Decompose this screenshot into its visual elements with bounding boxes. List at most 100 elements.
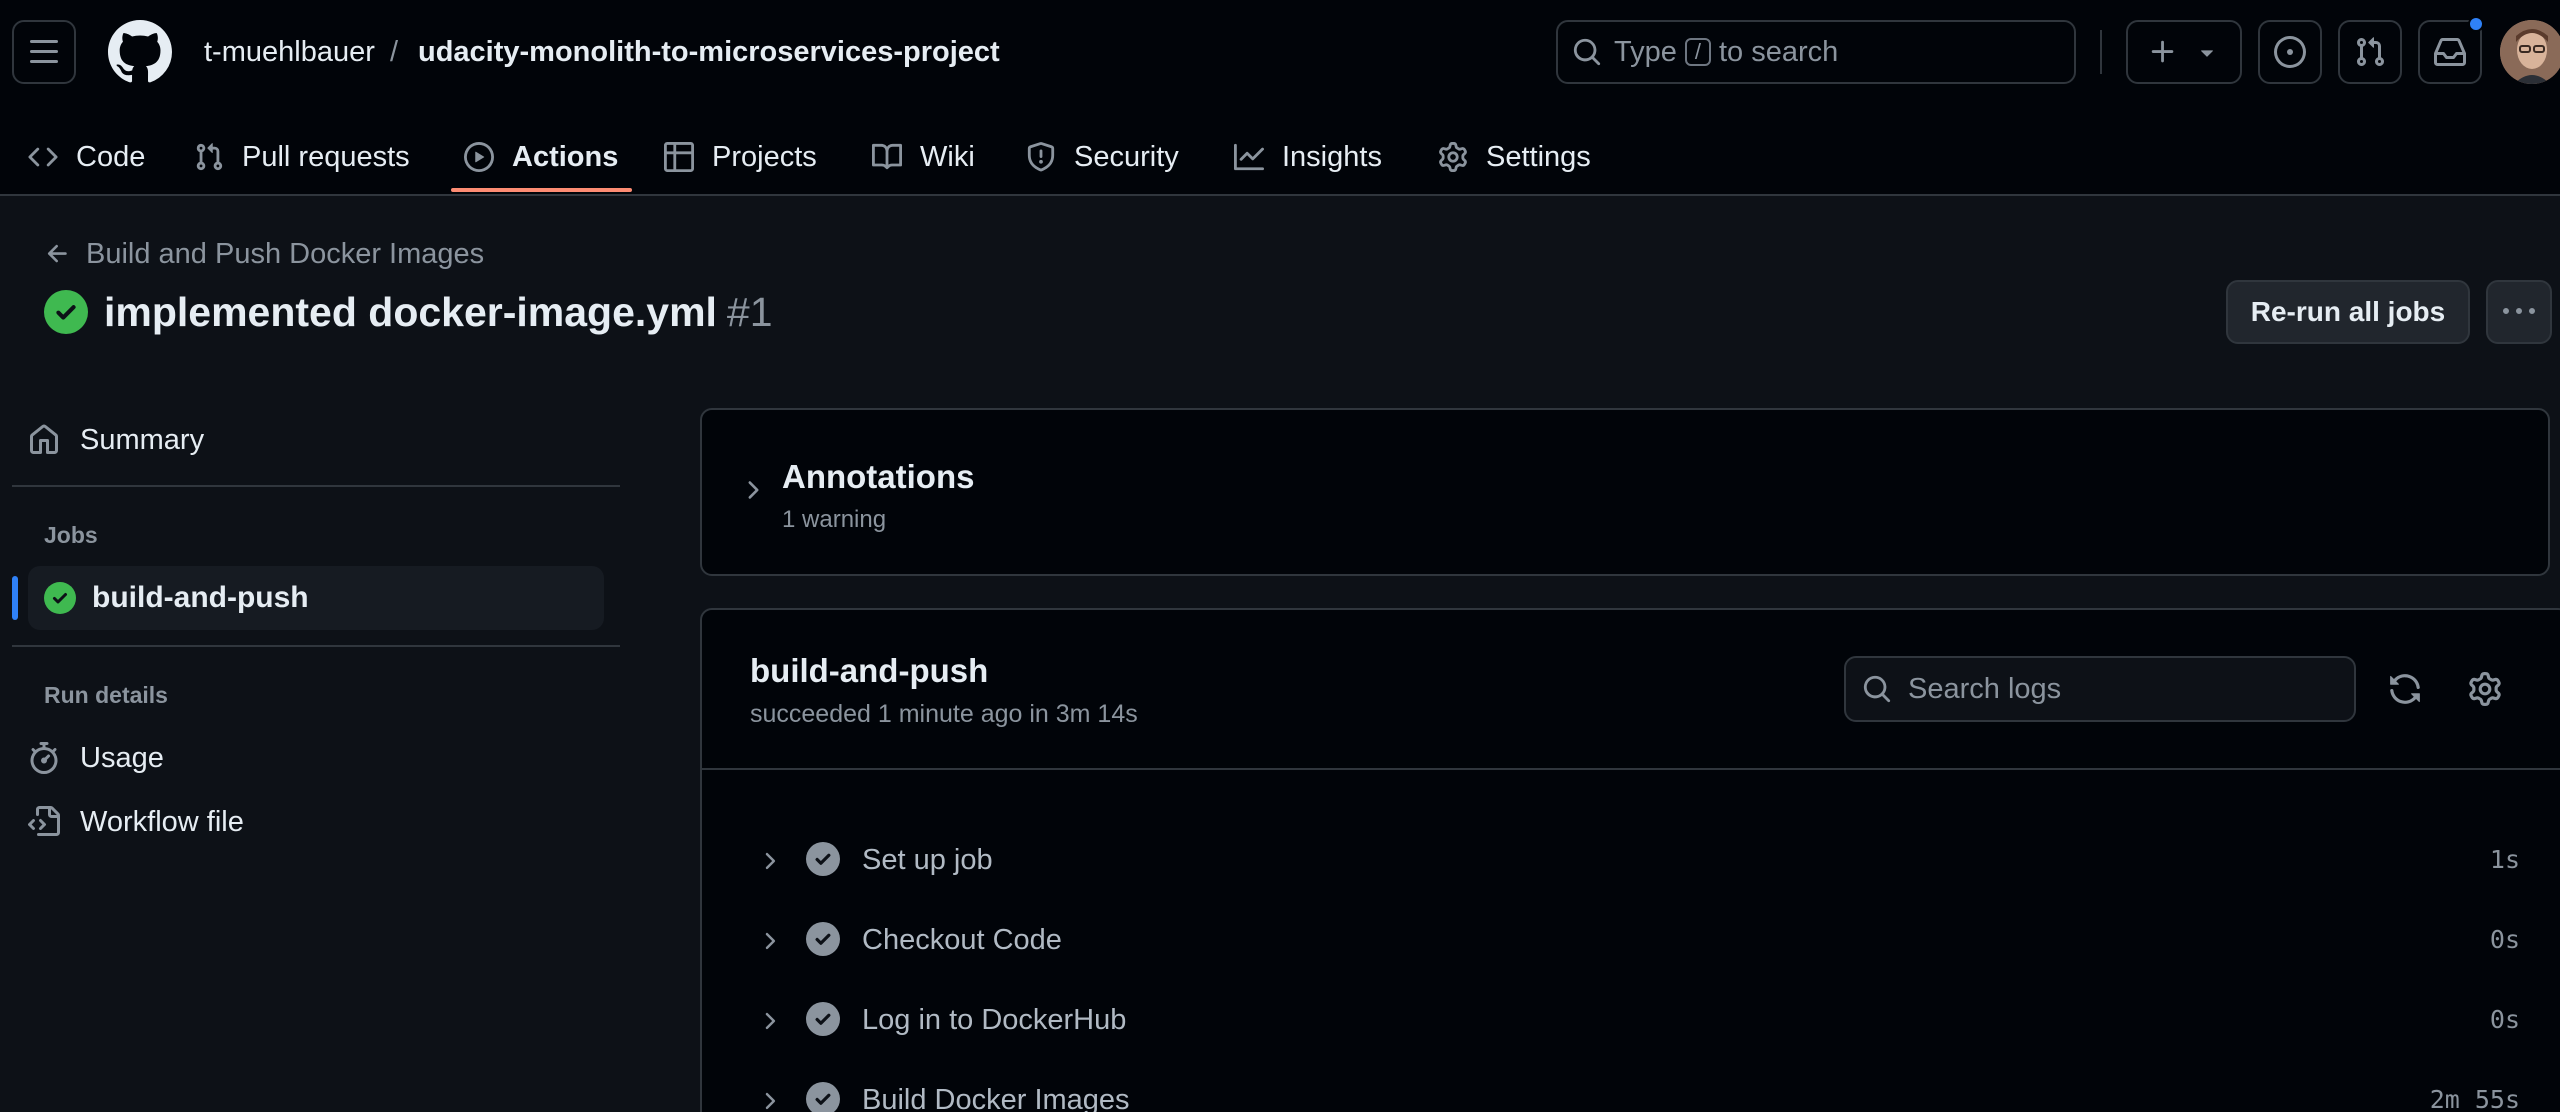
chevron-right-icon (765, 932, 776, 950)
tab-projects[interactable]: Projects (664, 118, 817, 196)
tab-security[interactable]: Security (1026, 118, 1179, 196)
sidebar-summary-label: Summary (80, 423, 205, 456)
hamburger-menu-button[interactable] (12, 20, 76, 84)
step-label: Log in to DockerHub (862, 1004, 1127, 1036)
sidebar-usage[interactable]: Usage (28, 730, 164, 786)
selected-job-indicator (12, 576, 18, 620)
shield-icon (1027, 142, 1055, 172)
tab-insights-label: Insights (1282, 140, 1382, 173)
job-status: succeeded 1 minute ago in 3m 14s (750, 700, 1138, 728)
step-row[interactable]: Build Docker Images 2m 55s (702, 1064, 2560, 1112)
search-shortcut-key: / (1684, 38, 1711, 66)
header-divider (2100, 30, 2102, 74)
step-duration: 2m 55s (2429, 1085, 2520, 1112)
step-duration: 0s (2489, 925, 2520, 954)
search-logs-placeholder: Search logs (1908, 672, 2062, 705)
step-row[interactable]: Checkout Code 0s (702, 904, 2560, 976)
issue-opened-icon (2274, 36, 2306, 68)
run-title-text: implemented docker-image.yml (104, 288, 717, 335)
step-row[interactable]: Log in to DockerHub 0s (702, 984, 2560, 1056)
sidebar-workflow-file[interactable]: Workflow file (28, 794, 244, 850)
sidebar-summary[interactable]: Summary (28, 412, 204, 468)
repo-nav: Code Pull requests Actions Projects Wiki… (0, 118, 2560, 196)
step-row[interactable]: Set up job 1s (702, 824, 2560, 896)
tab-wiki[interactable]: Wiki (872, 118, 975, 196)
sidebar-divider (12, 485, 620, 487)
step-success-icon (806, 1002, 840, 1036)
annotations-title: Annotations (782, 458, 975, 495)
create-new-button[interactable] (2126, 20, 2242, 84)
stopwatch-icon (30, 742, 58, 774)
github-logo[interactable] (108, 20, 172, 84)
step-success-icon (806, 1082, 840, 1112)
annotations-panel[interactable]: Annotations 1 warning (700, 408, 2550, 576)
tab-wiki-label: Wiki (920, 140, 975, 173)
search-logs-input[interactable]: Search logs (1844, 656, 2356, 722)
arrow-left-icon (47, 244, 67, 263)
git-pull-request-icon (196, 143, 223, 171)
step-success-icon (806, 842, 840, 876)
home-icon (30, 424, 58, 454)
tab-code-label: Code (76, 140, 146, 173)
sidebar-job-label: build-and-push (92, 581, 309, 614)
gear-icon (2469, 672, 2501, 706)
tab-settings-label: Settings (1486, 140, 1591, 173)
sidebar-job-build-and-push[interactable]: build-and-push (28, 566, 604, 630)
table-icon (664, 142, 694, 172)
chevron-right-icon (765, 1092, 776, 1110)
git-pull-request-icon (2356, 37, 2385, 67)
repo-owner-link[interactable]: t-muehlbauer (204, 32, 375, 72)
book-icon (872, 143, 902, 170)
step-duration: 0s (2489, 1005, 2520, 1034)
global-search-input[interactable]: Type / to search (1556, 20, 2076, 84)
breadcrumb-separator: / (390, 36, 399, 68)
success-check-icon (44, 290, 88, 334)
tab-actions[interactable]: Actions (464, 118, 618, 196)
search-icon (1573, 38, 1601, 66)
graph-icon (1234, 143, 1264, 171)
user-avatar[interactable] (2500, 20, 2560, 84)
back-to-workflow-link[interactable]: Build and Push Docker Images (44, 236, 484, 272)
gear-icon (1439, 142, 1467, 172)
pull-requests-button[interactable] (2338, 20, 2402, 84)
job-log-panel: build-and-push succeeded 1 minute ago in… (700, 608, 2560, 1112)
annotations-count: 1 warning (782, 506, 887, 533)
plus-icon (2151, 40, 2174, 63)
tab-security-label: Security (1074, 140, 1179, 173)
tab-insights[interactable]: Insights (1234, 118, 1382, 196)
step-success-icon (806, 922, 840, 956)
run-title: implemented docker-image.yml #1 (44, 288, 773, 336)
search-icon (1863, 675, 1891, 703)
chevron-right-icon (748, 481, 759, 499)
triangle-down-icon (2201, 50, 2213, 57)
active-tab-underline (451, 188, 632, 192)
unread-notification-dot (2468, 16, 2484, 32)
search-suffix-text: to search (1719, 35, 1839, 68)
issues-button[interactable] (2258, 20, 2322, 84)
inbox-icon (2434, 38, 2466, 66)
step-duration: 1s (2489, 845, 2520, 874)
code-icon (28, 147, 58, 167)
workflow-name: Build and Push Docker Images (86, 237, 485, 270)
step-label: Set up job (862, 844, 993, 876)
sidebar-run-details-heading: Run details (44, 682, 168, 708)
job-title: build-and-push (750, 652, 989, 689)
refresh-logs-button[interactable] (2388, 672, 2422, 706)
log-settings-button[interactable] (2468, 672, 2502, 706)
more-options-button[interactable] (2486, 280, 2552, 344)
rerun-all-jobs-button[interactable]: Re-run all jobs (2226, 280, 2470, 344)
step-label: Checkout Code (862, 924, 1062, 956)
tab-code[interactable]: Code (28, 118, 145, 196)
tab-settings[interactable]: Settings (1438, 118, 1591, 196)
file-code-icon (28, 806, 60, 836)
tab-actions-label: Actions (512, 140, 619, 173)
play-icon (464, 142, 494, 172)
sidebar-workflow-file-label: Workflow file (80, 805, 244, 838)
chevron-right-icon (765, 1012, 776, 1030)
sidebar-jobs-heading: Jobs (44, 522, 98, 548)
kebab-horizontal-icon (2503, 308, 2535, 314)
repo-name-link[interactable]: udacity-monolith-to-microservices-projec… (418, 32, 1000, 72)
sync-icon (2390, 674, 2420, 704)
hamburger-icon (30, 40, 58, 63)
tab-pull-requests[interactable]: Pull requests (194, 118, 410, 196)
